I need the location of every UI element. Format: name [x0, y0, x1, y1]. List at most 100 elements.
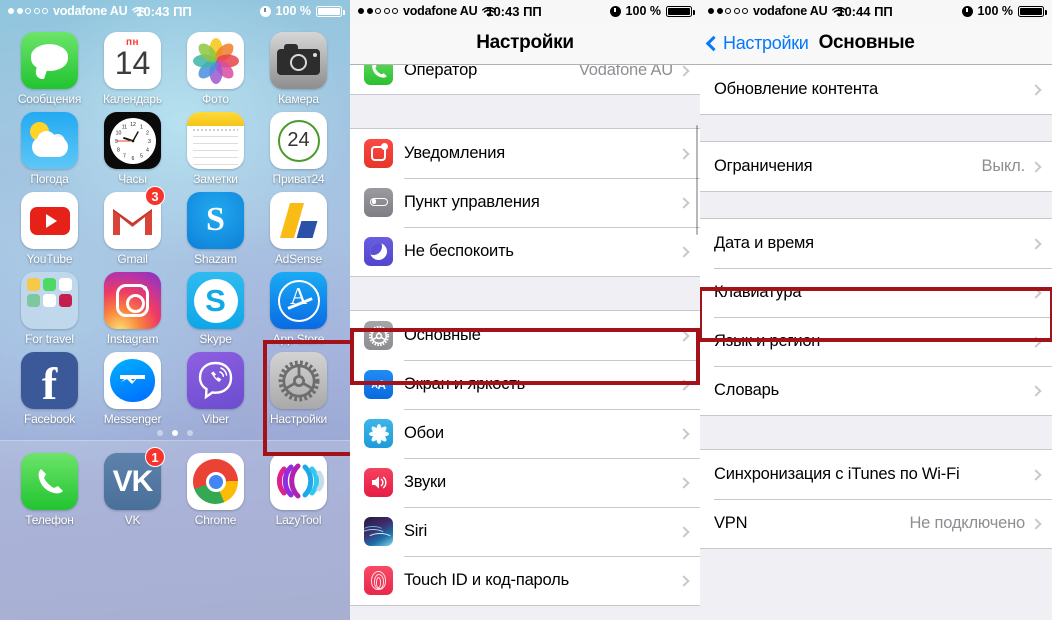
- row-value: Выкл.: [981, 157, 1026, 175]
- chevron-right-icon: [678, 196, 690, 209]
- chevron-right-icon: [1030, 160, 1042, 173]
- carrier-label: vodafone AU: [403, 4, 478, 18]
- app-adsense[interactable]: AdSense: [257, 186, 340, 266]
- row-do-not-disturb[interactable]: Не беспокоить: [350, 227, 700, 276]
- app-messenger[interactable]: Messenger: [91, 346, 174, 426]
- app-label: Фото: [202, 92, 229, 106]
- sounds-icon: [364, 468, 393, 497]
- row-vpn[interactable]: VPN Не подключено: [700, 499, 1052, 548]
- app-viber[interactable]: Viber: [174, 346, 257, 426]
- svg-text:3: 3: [148, 139, 151, 145]
- app-label: Камера: [278, 92, 319, 106]
- chevron-right-icon: [1030, 237, 1042, 250]
- app-privat24[interactable]: 24 Приват24: [257, 106, 340, 186]
- app-photos[interactable]: Фото: [174, 26, 257, 106]
- row-dictionary[interactable]: Словарь: [700, 366, 1052, 415]
- row-label: Экран и яркость: [404, 375, 526, 393]
- camera-icon: [270, 32, 327, 89]
- settings-nav-bar: Настройки: [350, 22, 700, 65]
- app-label: Настройки: [269, 412, 328, 426]
- page-dot[interactable]: [157, 430, 163, 436]
- page-dot-active[interactable]: [172, 430, 178, 436]
- app-label: Приват24: [272, 172, 325, 186]
- app-clock[interactable]: 12 1 2 345 678 9 10 11 Часы: [91, 106, 174, 186]
- app-label: App Store: [272, 332, 325, 346]
- chrome-icon: [187, 453, 244, 510]
- settings-list[interactable]: Оператор Vodafone AU Уведомления Пункт у…: [350, 65, 700, 620]
- status-right: 100 %: [259, 4, 345, 18]
- row-display-brightness[interactable]: AA Экран и яркость: [350, 360, 700, 409]
- page-dot[interactable]: [187, 430, 193, 436]
- dock-app-vk[interactable]: 1 VK VK: [91, 447, 174, 527]
- dock-app-lazytool[interactable]: LazyTool: [257, 447, 340, 527]
- row-touch-id[interactable]: Touch ID и код-пароль: [350, 556, 700, 605]
- row-label: Не беспокоить: [404, 242, 514, 260]
- app-calendar[interactable]: пн 14 Календарь: [91, 26, 174, 106]
- chevron-right-icon: [1030, 286, 1042, 299]
- svg-text:10: 10: [115, 130, 121, 136]
- row-date-and-time[interactable]: Дата и время: [700, 219, 1052, 268]
- vertical-scrollbar[interactable]: [695, 125, 698, 235]
- app-appstore[interactable]: App Store: [257, 266, 340, 346]
- phone-green-icon: [364, 65, 393, 85]
- row-itunes-wifi-sync[interactable]: Синхронизация с iTunes по Wi-Fi: [700, 450, 1052, 499]
- app-facebook[interactable]: f Facebook: [8, 346, 91, 426]
- chevron-right-icon: [678, 427, 690, 440]
- row-notifications[interactable]: Уведомления: [350, 129, 700, 178]
- chevron-right-icon: [678, 378, 690, 391]
- row-wallpaper[interactable]: Обои: [350, 409, 700, 458]
- row-keyboard[interactable]: Клавиатура: [700, 268, 1052, 317]
- row-sounds[interactable]: Звуки: [350, 458, 700, 507]
- app-shazam[interactable]: S Shazam: [174, 186, 257, 266]
- lazytool-icon: [270, 453, 327, 510]
- app-skype[interactable]: S Skype: [174, 266, 257, 346]
- row-background-app-refresh[interactable]: Обновление контента: [700, 65, 1052, 114]
- row-restrictions[interactable]: Ограничения Выкл.: [700, 142, 1052, 191]
- svg-text:7: 7: [123, 153, 126, 159]
- dock-app-phone[interactable]: Телефон: [8, 447, 91, 527]
- app-settings[interactable]: Настройки: [257, 346, 340, 426]
- carrier-label: vodafone AU: [753, 4, 828, 18]
- app-youtube[interactable]: YouTube: [8, 186, 91, 266]
- app-gmail[interactable]: 3 Gmail: [91, 186, 174, 266]
- general-group-background-refresh: Обновление контента: [700, 65, 1052, 115]
- app-camera[interactable]: Камера: [257, 26, 340, 106]
- row-control-center[interactable]: Пункт управления: [350, 178, 700, 227]
- app-label: Messenger: [103, 412, 162, 426]
- status-left: vodafone AU: [8, 4, 147, 18]
- row-siri[interactable]: Siri: [350, 507, 700, 556]
- settings-group-notifications: Уведомления Пункт управления Не беспокои…: [350, 128, 700, 277]
- row-language-and-region[interactable]: Язык и регион: [700, 317, 1052, 366]
- app-weather[interactable]: Погода: [8, 106, 91, 186]
- chevron-right-icon: [678, 245, 690, 258]
- app-folder-for-travel[interactable]: For travel: [8, 266, 91, 346]
- app-label: Skype: [199, 332, 232, 346]
- app-instagram[interactable]: Instagram: [91, 266, 174, 346]
- general-gear-icon: [364, 321, 393, 350]
- dock-app-chrome[interactable]: Chrome: [174, 447, 257, 527]
- app-messages[interactable]: Сообщения: [8, 26, 91, 106]
- touch-id-icon: [364, 566, 393, 595]
- row-label: Язык и регион: [714, 332, 821, 350]
- row-value: Vodafone AU: [578, 65, 673, 79]
- svg-text:2: 2: [146, 130, 149, 136]
- status-left: vodafone AU: [358, 4, 497, 18]
- general-list[interactable]: Обновление контента Ограничения Выкл. Да…: [700, 65, 1052, 620]
- wifi-icon: [832, 6, 847, 17]
- shazam-icon: S: [187, 192, 244, 249]
- svg-text:8: 8: [117, 147, 120, 153]
- battery-icon: [316, 5, 345, 17]
- back-button[interactable]: Настройки: [705, 33, 809, 54]
- photos-icon: [187, 32, 244, 89]
- alarm-clock-icon: [961, 5, 973, 17]
- row-carrier[interactable]: Оператор Vodafone AU: [350, 65, 700, 94]
- app-label: AdSense: [274, 252, 323, 266]
- row-label: Дата и время: [714, 234, 814, 252]
- app-row: YouTube 3 Gmail S Shazam AdSense: [8, 186, 342, 266]
- signal-strength-icon: [358, 8, 398, 14]
- row-label: Основные: [404, 326, 481, 344]
- svg-text:12: 12: [130, 122, 136, 128]
- app-notes[interactable]: Заметки: [174, 106, 257, 186]
- row-general[interactable]: Основные: [350, 311, 700, 360]
